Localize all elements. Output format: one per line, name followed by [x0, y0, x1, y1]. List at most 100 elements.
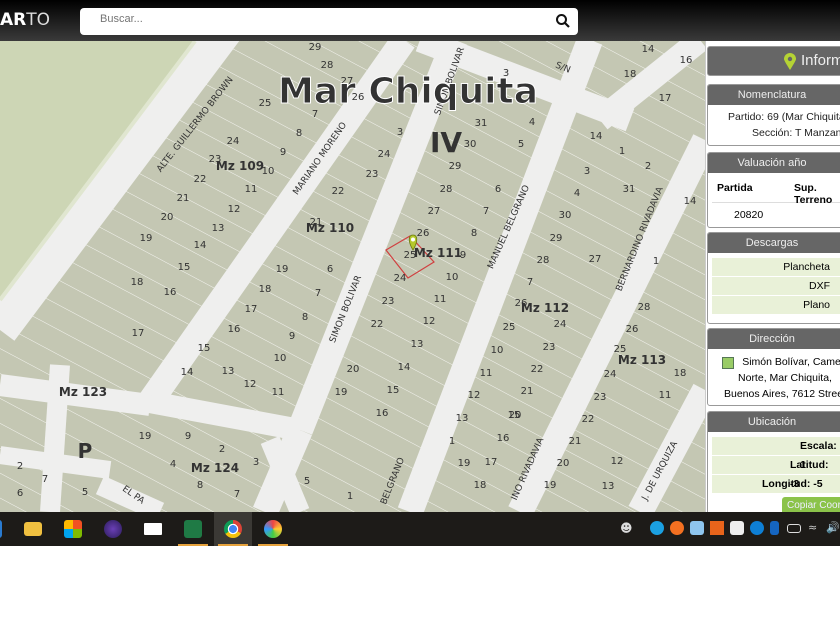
lot-number: 14	[181, 367, 194, 378]
street-view-icon[interactable]	[722, 357, 734, 369]
lot-number: 13	[212, 223, 225, 234]
block-label: Mz 123	[59, 385, 107, 399]
lot-number: 14	[590, 131, 603, 142]
latitud-text: Latitud: -3	[712, 456, 840, 490]
taskbar-excel[interactable]	[174, 512, 212, 546]
taskbar: ☻ ≈ 🔊	[0, 512, 840, 546]
bluetooth-icon[interactable]	[770, 521, 779, 535]
taskbar-store[interactable]	[54, 512, 92, 546]
lot-number: 26	[626, 324, 639, 335]
lot-number: 1	[653, 256, 659, 267]
taskbar-chrome[interactable]	[214, 512, 252, 546]
lot-number: 18	[259, 284, 272, 295]
lot-number: 18	[131, 277, 144, 288]
info-header: Información	[707, 46, 840, 76]
lot-number: 9	[185, 431, 191, 442]
lot-number: 28	[537, 255, 550, 266]
col-partida: Partida	[717, 182, 753, 194]
lot-number: 27	[428, 206, 441, 217]
lot-number: 14	[642, 44, 655, 55]
lot-number: 8	[296, 128, 302, 139]
block-label: Mz 109	[216, 159, 264, 173]
lot-number: 12	[468, 390, 481, 401]
taskbar-firefox[interactable]	[94, 512, 132, 546]
lot-number: 5	[82, 487, 88, 498]
lot-number: 4	[574, 188, 580, 199]
section-header[interactable]: Nomenclatura	[708, 85, 840, 105]
lot-number: 6	[17, 488, 23, 499]
lot-number: 4	[170, 459, 176, 470]
battery-icon[interactable]	[787, 524, 801, 533]
app-logo[interactable]: ARTO	[0, 10, 50, 30]
section-header[interactable]: Valuación año	[708, 153, 840, 173]
lot-number: 18	[624, 69, 637, 80]
skype-icon[interactable]	[650, 521, 664, 535]
lot-number: 7	[315, 288, 321, 299]
app-tray-icon[interactable]	[710, 521, 724, 535]
lot-number: 21	[177, 193, 190, 204]
lot-number: 11	[272, 387, 285, 398]
lot-number: 2	[219, 444, 225, 455]
lot-number: 10	[446, 272, 459, 283]
lot-number: 16	[497, 433, 510, 444]
section-valuacion: Valuación año Partida Sup. Terreno 20820	[707, 152, 840, 228]
download-dxf[interactable]: DXF	[712, 277, 840, 296]
taskbar-mail[interactable]	[134, 512, 172, 546]
volume-icon[interactable]: 🔊	[826, 521, 840, 535]
security-warning-icon[interactable]	[730, 521, 744, 535]
block-label: Mz 111	[414, 246, 462, 260]
lot-number: 12	[423, 316, 436, 327]
avast-icon[interactable]	[670, 521, 684, 535]
lot-number: 2	[645, 161, 651, 172]
locality-title: Mar Chiquita	[278, 71, 538, 112]
lot-number: 15	[387, 385, 400, 396]
lot-number: 1	[449, 436, 455, 447]
lot-number: 19	[276, 264, 289, 275]
copy-coordinates-button[interactable]: Copiar Coordenadas	[782, 497, 840, 512]
lot-number: 17	[245, 304, 258, 315]
lot-number: 22	[332, 186, 345, 197]
lot-number: 21	[521, 386, 534, 397]
lot-number: 23	[366, 169, 379, 180]
section-header[interactable]: Descargas	[708, 233, 840, 253]
section-ubicacion: Ubicación Escala: 1 Latitud: -3 Longitud…	[707, 411, 840, 512]
download-plano[interactable]: Plano	[712, 296, 840, 315]
search-icon[interactable]	[554, 12, 572, 30]
lot-number: 7	[483, 206, 489, 217]
lot-number: 16	[228, 324, 241, 335]
section-header[interactable]: Ubicación	[708, 412, 840, 432]
lot-number: 11	[659, 390, 672, 401]
lot-number: 27	[589, 254, 602, 265]
lot-number: 13	[222, 366, 235, 377]
section-header[interactable]: Dirección	[708, 329, 840, 349]
taskbar-file-explorer[interactable]	[14, 512, 52, 546]
taskbar-paint[interactable]	[254, 512, 292, 546]
lot-number: 1	[619, 146, 625, 157]
search-input[interactable]	[100, 13, 540, 25]
people-icon[interactable]: ☻	[620, 521, 634, 535]
lot-number: 5	[518, 139, 524, 150]
partido-text: Partido: 69 (Mar Chiquita)	[728, 111, 840, 123]
map-pin-icon	[784, 53, 796, 70]
zone-label: P	[78, 439, 93, 463]
map-canvas[interactable]: 29 28 27 26 25 24 23 22 21 20 19 18 17 16 15 14 13 12 11 10…	[0, 41, 705, 512]
lot-number: 22	[194, 174, 207, 185]
section-nomenclatura: Nomenclatura Partido: 69 (Mar Chiquita) S…	[707, 84, 840, 146]
lot-number: 24	[394, 273, 407, 284]
lot-number: 17	[485, 457, 498, 468]
onedrive-icon[interactable]	[690, 521, 704, 535]
lot-number: 15	[178, 262, 191, 273]
section-direccion: Dirección Simón Bolívar, Camet Norte, Ma…	[707, 328, 840, 406]
lot-number: 20	[347, 364, 360, 375]
download-plancheta[interactable]: Plancheta	[712, 258, 840, 277]
wifi-icon[interactable]: ≈	[808, 521, 822, 535]
block-label: Mz 124	[191, 461, 239, 475]
teamviewer-icon[interactable]	[750, 521, 764, 535]
lot-number: 22	[531, 364, 544, 375]
paint-icon	[264, 520, 282, 538]
lot-number: 23	[543, 342, 556, 353]
col-sup-terreno: Sup. Terreno	[794, 182, 833, 206]
lot-number: 20	[161, 212, 174, 223]
start-button[interactable]	[0, 512, 8, 546]
lot-number: 3	[584, 166, 590, 177]
